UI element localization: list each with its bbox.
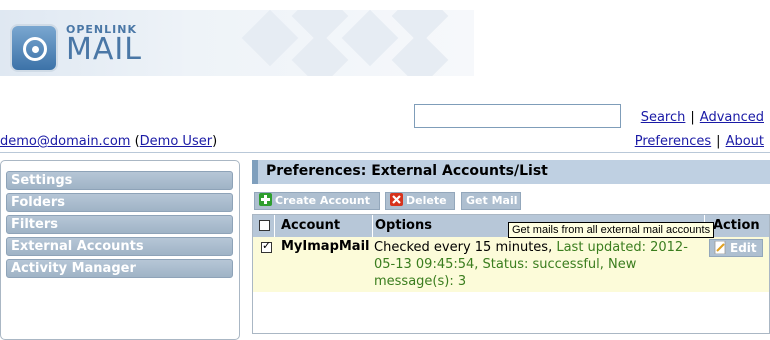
account-options: Checked every 15 minutes, Last updated: … xyxy=(374,239,704,290)
preferences-link[interactable]: Preferences xyxy=(635,134,711,149)
get-mail-label: Get Mail xyxy=(466,194,518,207)
banner-decoration xyxy=(391,31,449,76)
delete-label: Delete xyxy=(406,194,447,207)
about-link[interactable]: About xyxy=(726,134,764,149)
page-title-bar: Preferences: External Accounts/List xyxy=(252,160,770,184)
logo-text-main: MAIL xyxy=(66,32,142,67)
create-account-label: Create Account xyxy=(275,194,370,207)
page-title: Preferences: External Accounts/List xyxy=(266,163,548,179)
banner-decoration xyxy=(291,31,349,76)
sidebar-item-activity-manager[interactable]: Activity Manager xyxy=(6,259,233,278)
options-status: 05-13 09:45:54, Status: successful, New xyxy=(374,257,637,272)
get-mail-tooltip: Get mails from all external mail account… xyxy=(508,222,715,238)
create-account-button[interactable]: Create Account xyxy=(254,192,380,210)
sidebar-item-filters[interactable]: Filters xyxy=(6,215,233,234)
main-panel: Preferences: External Accounts/List Crea… xyxy=(252,158,770,334)
header-account[interactable]: Account xyxy=(275,215,373,237)
options-check-interval: Checked every 15 minutes, xyxy=(374,240,553,255)
add-icon xyxy=(259,193,272,206)
user-info: demo@domain.com (Demo User) xyxy=(0,134,217,149)
header-banner: OPENLINK MAIL xyxy=(0,10,474,76)
banner-decoration xyxy=(241,10,299,67)
advanced-search-link[interactable]: Advanced xyxy=(700,110,764,125)
delete-icon xyxy=(390,193,403,206)
get-mail-button[interactable]: Get Mail xyxy=(461,192,521,210)
edit-button[interactable]: Edit xyxy=(709,239,763,257)
account-name: MyImapMail xyxy=(281,239,370,254)
logo-icon xyxy=(10,24,58,72)
separator: | xyxy=(690,110,695,125)
banner-decoration xyxy=(341,10,399,67)
sidebar-item-external-accounts[interactable]: External Accounts xyxy=(6,237,233,256)
sidebar-item-settings[interactable]: Settings xyxy=(6,171,233,190)
header-divider xyxy=(0,152,770,153)
user-email-link[interactable]: demo@domain.com xyxy=(0,134,130,149)
edit-label: Edit xyxy=(730,241,757,255)
select-all-checkbox[interactable] xyxy=(259,220,270,231)
search-links: Search | Advanced xyxy=(641,110,764,125)
header-action[interactable]: Action xyxy=(705,215,769,237)
table-row[interactable]: MyImapMail Checked every 15 minutes, Las… xyxy=(253,237,769,292)
sidebar: Settings Folders Filters External Accoun… xyxy=(0,160,240,340)
sidebar-item-folders[interactable]: Folders xyxy=(6,193,233,212)
paren-close: ) xyxy=(212,134,218,149)
search-link[interactable]: Search xyxy=(641,110,686,125)
separator: | xyxy=(716,134,721,149)
header-select-cell xyxy=(253,215,275,237)
options-new-messages: message(s): 3 xyxy=(374,274,467,289)
account-links: Preferences | About xyxy=(635,134,764,149)
user-name-link[interactable]: Demo User xyxy=(140,134,212,149)
edit-icon xyxy=(714,241,726,254)
options-last-updated: Last updated: 2012- xyxy=(556,240,688,255)
row-checkbox[interactable] xyxy=(261,239,272,253)
search-input[interactable] xyxy=(414,104,621,128)
delete-button[interactable]: Delete xyxy=(385,192,455,210)
